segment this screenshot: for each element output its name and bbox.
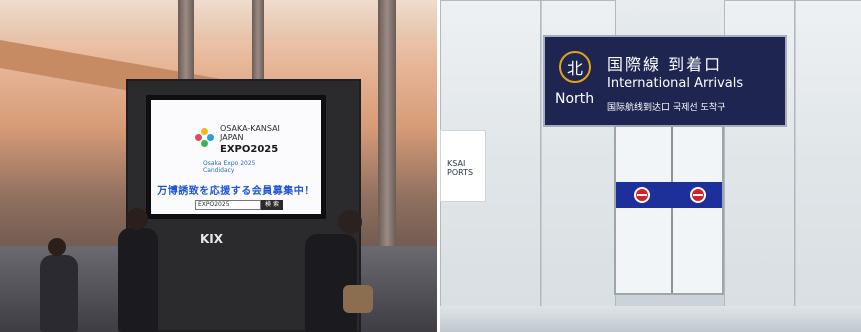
kiosk-screen: OSAKA-KANSAI JAPAN EXPO2025 Osaka Expo 2… — [146, 95, 326, 219]
side-label-text: KSAI PORTS — [447, 159, 474, 177]
japanese-label: 国際線 到着口 — [607, 55, 723, 74]
ceiling — [0, 0, 437, 40]
kiosk-search-field: EXPO2025 — [195, 200, 261, 210]
right-photo: KSAI PORTS 北 North 国際線 到着口 International… — [440, 0, 861, 332]
column — [378, 0, 396, 260]
door-split — [671, 127, 673, 293]
north-kanji-badge: 北 — [559, 51, 591, 83]
left-photo: OSAKA-KANSAI JAPAN EXPO2025 Osaka Expo 2… — [0, 0, 437, 332]
traveler — [40, 255, 78, 332]
expo-logo-text: OSAKA-KANSAI JAPAN — [220, 124, 280, 142]
traveler — [118, 228, 158, 332]
glass-panel — [794, 0, 861, 312]
traveler-head — [126, 208, 148, 230]
chinese-korean-label: 国际航线到达口 국제선 도착구 — [607, 103, 726, 113]
handrail — [440, 306, 861, 332]
kix-brand-text: KIX — [200, 232, 224, 246]
no-entry-icon — [634, 187, 650, 203]
shoulder-bag — [343, 285, 373, 313]
side-label: KSAI PORTS — [440, 130, 486, 202]
no-entry-icon — [690, 187, 706, 203]
traveler-head — [48, 238, 66, 256]
expo-title: EXPO2025 — [220, 144, 279, 155]
photo-collage: OSAKA-KANSAI JAPAN EXPO2025 Osaka Expo 2… — [0, 0, 861, 332]
north-label: North — [555, 91, 595, 107]
expo-subtitle: Osaka Expo 2025 Candidacy — [203, 160, 256, 174]
campaign-message: 万博誘致を応援する会員募集中！ — [157, 186, 315, 197]
blue-stripe — [616, 182, 722, 208]
traveler — [305, 234, 357, 332]
english-label: International Arrivals — [607, 76, 744, 91]
arrivals-sign: 北 North 国際線 到着口 International Arrivals 国… — [543, 35, 787, 127]
kiosk-search-button: 検 索 — [261, 200, 283, 210]
traveler-head — [338, 210, 362, 234]
expo-logo — [195, 128, 215, 148]
sliding-doors — [614, 125, 724, 295]
